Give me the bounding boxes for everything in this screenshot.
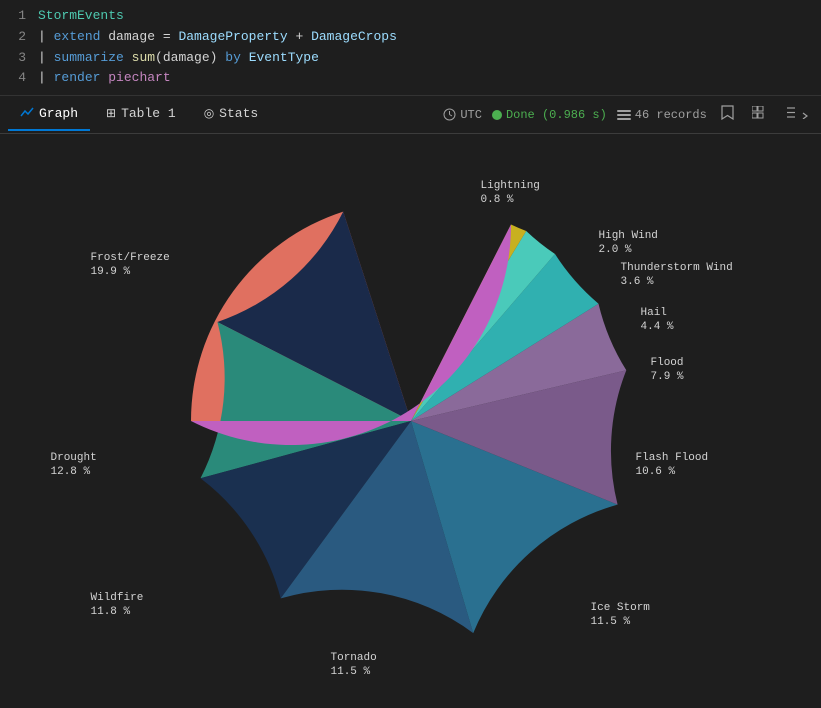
label-lightning: Lightning 0.8 %	[481, 179, 540, 208]
records-label: 46 records	[635, 108, 707, 122]
label-hail: Hail 4.4 %	[641, 306, 674, 335]
line-number: 4	[12, 68, 26, 89]
tab-graph[interactable]: Graph	[8, 99, 90, 131]
table-icon: ⊞	[106, 106, 116, 121]
view-options-button[interactable]	[748, 104, 772, 125]
tab-stats[interactable]: ◎ Stats	[192, 100, 271, 129]
records-badge: 46 records	[617, 108, 707, 122]
tab-table[interactable]: ⊞ Table 1	[94, 100, 188, 129]
label-frost-freeze: Frost/Freeze 19.9 %	[91, 251, 170, 280]
line-number: 1	[12, 6, 26, 27]
more-options-button[interactable]	[782, 104, 813, 125]
status-text: Done (0.986 s)	[506, 108, 607, 122]
records-icon	[617, 110, 631, 120]
tab-stats-label: Stats	[219, 106, 258, 121]
tab-graph-label: Graph	[39, 106, 78, 121]
bookmark-button[interactable]	[717, 103, 738, 126]
code-content: StormEvents	[38, 6, 124, 27]
code-line-4: 4 | render piechart	[12, 68, 809, 89]
label-thunderstorm-wind: Thunderstorm Wind 3.6 %	[621, 261, 733, 290]
timezone-label: UTC	[460, 108, 482, 122]
line-number: 2	[12, 27, 26, 48]
code-content: | summarize sum(damage) by EventType	[38, 48, 319, 69]
toolbar: Graph ⊞ Table 1 ◎ Stats UTC Done (0.986 …	[0, 96, 821, 134]
label-wildfire: Wildfire 11.8 %	[91, 591, 144, 620]
clock-icon	[443, 108, 456, 121]
code-line-2: 2 | extend damage = DamageProperty + Dam…	[12, 27, 809, 48]
label-flood: Flood 7.9 %	[651, 356, 684, 385]
code-content: | extend damage = DamageProperty + Damag…	[38, 27, 397, 48]
code-area: 1 StormEvents 2 | extend damage = Damage…	[0, 0, 821, 96]
code-line-1: 1 StormEvents	[12, 6, 809, 27]
code-line-3: 3 | summarize sum(damage) by EventType	[12, 48, 809, 69]
graph-icon	[20, 105, 34, 123]
label-flash-flood: Flash Flood 10.6 %	[636, 451, 709, 480]
status-done: Done (0.986 s)	[492, 108, 607, 122]
status-dot	[492, 110, 502, 120]
timezone-display: UTC	[443, 108, 482, 122]
line-number: 3	[12, 48, 26, 69]
label-drought: Drought 12.8 %	[51, 451, 97, 480]
label-ice-storm: Ice Storm 11.5 %	[591, 601, 650, 630]
code-content: | render piechart	[38, 68, 171, 89]
pie-chart-svg	[191, 201, 631, 641]
pie-container: Frost/Freeze 19.9 % Drought 12.8 % Wildf…	[31, 161, 791, 681]
tab-table-label: Table 1	[121, 106, 176, 121]
stats-icon: ◎	[204, 106, 214, 121]
label-tornado: Tornado 11.5 %	[331, 651, 377, 680]
label-high-wind: High Wind 2.0 %	[599, 229, 658, 258]
chart-area: Frost/Freeze 19.9 % Drought 12.8 % Wildf…	[0, 134, 821, 708]
